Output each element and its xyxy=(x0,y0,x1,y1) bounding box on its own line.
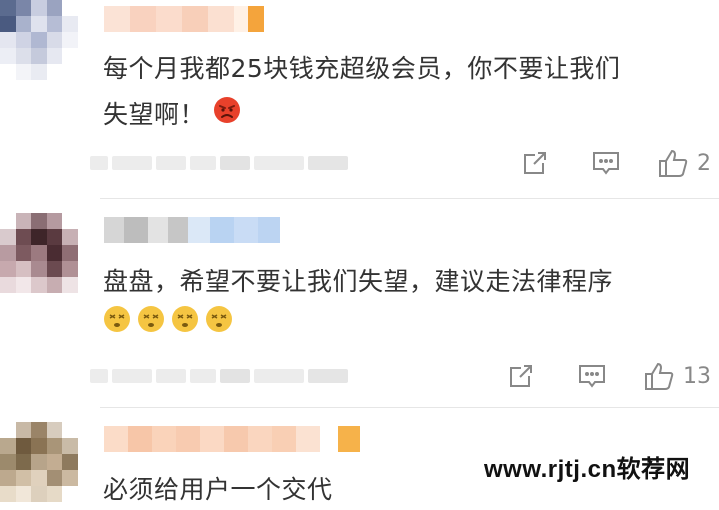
comment-item: 盘盘，希望不要让我们失望，建议走法律程序 13 xyxy=(0,205,719,405)
thumbs-up-icon xyxy=(659,149,688,177)
avatar[interactable] xyxy=(0,0,78,80)
comment-text: 每个月我都25块钱充超级会员，你不要让我们 失望啊！ xyxy=(103,46,620,139)
comment-text: 盘盘，希望不要让我们失望，建议走法律程序 xyxy=(103,259,613,348)
like-button[interactable]: 13 xyxy=(643,361,719,391)
comment-actions: 13 xyxy=(507,361,719,391)
avatar[interactable] xyxy=(0,213,78,293)
share-button[interactable] xyxy=(507,362,577,390)
thumbs-up-icon xyxy=(645,362,674,390)
avatar[interactable] xyxy=(0,422,78,502)
username-blurred[interactable] xyxy=(104,6,264,32)
like-button[interactable]: 2 xyxy=(657,148,719,178)
angry-face-icon xyxy=(213,93,241,139)
reply-button[interactable] xyxy=(591,149,657,177)
dizzy-face-icon xyxy=(137,302,165,348)
like-count: 2 xyxy=(697,150,711,176)
dizzy-face-icon xyxy=(171,302,199,348)
comment-text: 必须给用户一个交代 xyxy=(103,475,333,504)
watermark: www.rjtj.cn软荐网 xyxy=(484,456,691,483)
share-icon xyxy=(524,152,546,174)
username-blurred[interactable] xyxy=(104,426,360,452)
comment-item: 每个月我都25块钱充超级会员，你不要让我们 失望啊！ 2 xyxy=(0,0,719,205)
comment-actions: 2 xyxy=(521,148,719,178)
timestamp-blurred xyxy=(90,367,348,385)
divider xyxy=(100,198,719,199)
comment-icon xyxy=(593,152,619,175)
divider xyxy=(100,407,719,408)
dizzy-face-icon xyxy=(205,302,233,348)
reply-button[interactable] xyxy=(577,362,643,390)
comment-icon xyxy=(579,365,605,388)
share-icon xyxy=(510,365,532,387)
dizzy-face-icon xyxy=(103,302,131,348)
timestamp-blurred xyxy=(90,154,348,172)
like-count: 13 xyxy=(683,363,711,389)
username-blurred[interactable] xyxy=(104,217,280,243)
share-button[interactable] xyxy=(521,149,591,177)
